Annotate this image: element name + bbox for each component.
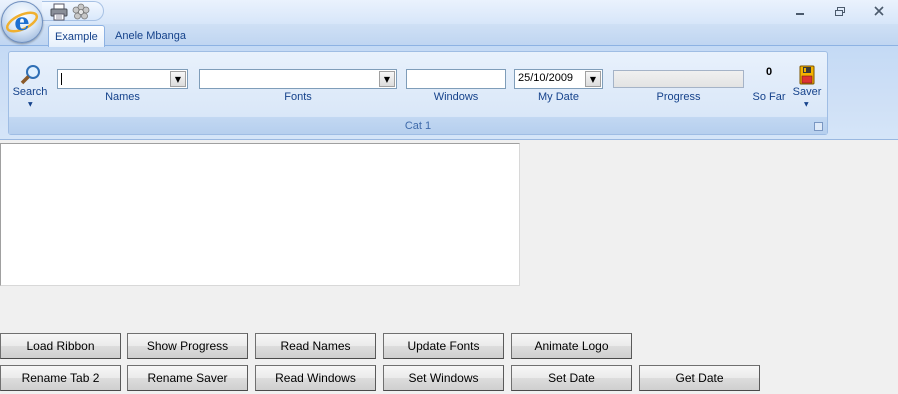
read-windows-button[interactable]: Read Windows <box>255 365 376 391</box>
saver-label: Saver <box>792 86 822 98</box>
rename-tab2-button[interactable]: Rename Tab 2 <box>0 365 121 391</box>
rename-saver-button[interactable]: Rename Saver <box>127 365 248 391</box>
tab-label: Example <box>55 30 98 43</box>
names-combo[interactable]: ▼ <box>57 69 188 89</box>
progress-bar <box>613 70 744 88</box>
restore-icon <box>835 6 845 16</box>
minimize-button[interactable] <box>788 2 812 20</box>
chevron-down-icon[interactable]: ▼ <box>170 71 186 87</box>
fonts-label: Fonts <box>284 91 312 103</box>
saver-button[interactable]: Saver ▼ <box>789 65 825 113</box>
ribbon: Search ▼ ▼ Names ▼ Fonts Windows 25/10/2… <box>0 45 898 140</box>
chevron-down-icon: ▼ <box>804 101 809 108</box>
chevron-down-icon[interactable]: ▼ <box>585 71 601 87</box>
names-label: Names <box>105 91 140 103</box>
fonts-combo[interactable]: ▼ <box>199 69 397 89</box>
tab-label: Anele Mbanga <box>115 30 186 42</box>
update-fonts-button[interactable]: Update Fonts <box>383 333 504 359</box>
restore-button[interactable] <box>828 2 852 20</box>
chevron-down-icon[interactable]: ▼ <box>379 71 395 87</box>
close-icon <box>874 6 884 16</box>
minimize-icon <box>796 13 804 15</box>
animate-logo-button[interactable]: Animate Logo <box>511 333 632 359</box>
show-progress-button[interactable]: Show Progress <box>127 333 248 359</box>
content-panel <box>0 143 520 286</box>
chevron-down-icon: ▼ <box>28 101 33 108</box>
ribbon-group-cat1: Search ▼ ▼ Names ▼ Fonts Windows 25/10/2… <box>8 51 828 135</box>
quick-access-toolbar <box>42 1 104 21</box>
application-button[interactable]: e <box>1 1 43 43</box>
set-date-button[interactable]: Set Date <box>511 365 632 391</box>
set-windows-button[interactable]: Set Windows <box>383 365 504 391</box>
date-label: My Date <box>538 91 579 103</box>
close-button[interactable] <box>867 2 891 20</box>
sofar-label: So Far <box>752 91 786 103</box>
windows-input[interactable] <box>406 69 506 89</box>
windows-label: Windows <box>433 91 479 103</box>
progress-label: Progress <box>656 91 701 103</box>
flower-icon[interactable] <box>72 3 90 21</box>
text-caret <box>61 73 62 85</box>
ie-logo-icon: e <box>5 7 39 36</box>
date-picker[interactable]: 25/10/2009 ▼ <box>514 69 603 89</box>
title-bar <box>0 0 898 24</box>
floppy-disk-icon <box>799 65 815 85</box>
search-label: Search <box>12 86 48 98</box>
search-button[interactable]: Search ▼ <box>11 64 49 112</box>
read-names-button[interactable]: Read Names <box>255 333 376 359</box>
tab-strip: Example Anele Mbanga <box>0 24 898 47</box>
svg-text:e: e <box>14 7 29 36</box>
get-date-button[interactable]: Get Date <box>639 365 760 391</box>
sofar-value: 0 <box>765 66 773 78</box>
search-icon <box>20 65 40 85</box>
date-value: 25/10/2009 <box>518 72 574 84</box>
tab-anele-mbanga[interactable]: Anele Mbanga <box>109 25 192 47</box>
group-caption-label: Cat 1 <box>404 119 432 132</box>
dialog-launcher-icon[interactable] <box>814 122 823 131</box>
load-ribbon-button[interactable]: Load Ribbon <box>0 333 121 359</box>
group-caption: Cat 1 <box>9 117 827 134</box>
print-icon[interactable] <box>50 3 68 21</box>
tab-example[interactable]: Example <box>48 25 105 47</box>
